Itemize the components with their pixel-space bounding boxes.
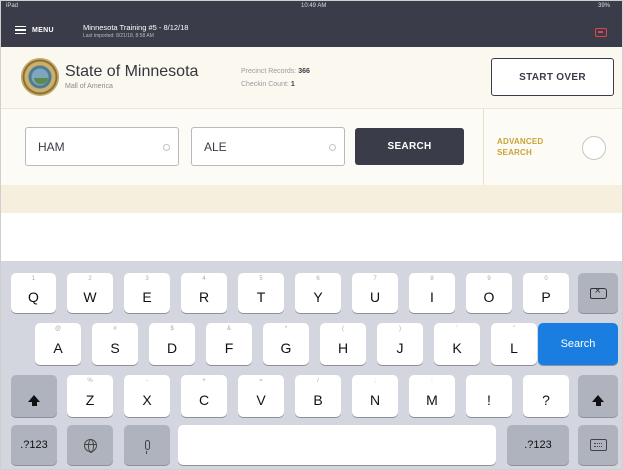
org-name: State of Minnesota xyxy=(65,63,199,80)
precinct-records-value: 366 xyxy=(298,68,310,75)
menu-label: MENU xyxy=(32,26,54,34)
key-e[interactable]: 3E xyxy=(124,273,170,313)
status-bar: iPad 10:49 AM 39% xyxy=(1,1,622,13)
keyboard-hide-icon xyxy=(589,439,607,451)
space-bar[interactable] xyxy=(178,425,496,465)
precinct-stats: Precinct Records: 366 Checkin Count: 1 xyxy=(241,65,310,91)
location-header: State of Minnesota Mall of America Preci… xyxy=(1,47,622,109)
globe-key[interactable] xyxy=(67,425,113,465)
key-exclamation[interactable]: ! xyxy=(466,375,512,417)
key-l[interactable]: " L xyxy=(491,323,537,365)
key-s[interactable]: # S xyxy=(92,323,138,365)
advanced-label-line2: SEARCH xyxy=(497,148,532,157)
advanced-search-label[interactable]: ADVANCED SEARCH xyxy=(497,136,543,158)
key-b[interactable]: / B xyxy=(295,375,341,417)
last-name-input[interactable]: HAM xyxy=(25,127,179,166)
key-k[interactable]: ' K xyxy=(434,323,480,365)
clear-first-name-icon[interactable] xyxy=(329,144,336,151)
alert-icon[interactable] xyxy=(595,28,607,37)
checkin-count-label: Checkin Count: xyxy=(241,81,289,88)
first-name-value: ALE xyxy=(204,140,227,154)
app-screen: iPad 10:49 AM 39% MENU Minnesota Trainin… xyxy=(0,0,623,470)
search-button[interactable]: SEARCH xyxy=(355,128,464,165)
key-q[interactable]: 1Q xyxy=(11,273,56,313)
precinct-records-label: Precinct Records: xyxy=(241,68,297,75)
last-name-value: HAM xyxy=(38,140,65,154)
key-question[interactable]: ? xyxy=(523,375,569,417)
key-z[interactable]: % Z xyxy=(67,375,113,417)
checkin-count: Checkin Count: 1 xyxy=(241,78,310,91)
key-h[interactable]: (H xyxy=(320,323,366,365)
key-d[interactable]: $ D xyxy=(149,323,195,365)
clear-last-name-icon[interactable] xyxy=(163,144,170,151)
key-c[interactable]: + C xyxy=(181,375,227,417)
delete-key[interactable] xyxy=(578,273,618,313)
key-g[interactable]: * G xyxy=(263,323,309,365)
key-y[interactable]: 6Y xyxy=(295,273,341,313)
key-a[interactable]: @ A xyxy=(35,323,81,365)
shift-icon xyxy=(28,394,40,406)
key-w[interactable]: 2W xyxy=(67,273,113,313)
key-i[interactable]: 8I xyxy=(409,273,455,313)
shift-key-left[interactable] xyxy=(11,375,57,417)
session-subtitle: Last imported: 8/21/18, 8:58 AM xyxy=(83,33,154,39)
battery-level: 39% xyxy=(597,3,610,9)
clock: 10:49 AM xyxy=(301,3,327,9)
results-area xyxy=(1,213,622,261)
key-v[interactable]: = V xyxy=(238,375,284,417)
shift-key-right[interactable] xyxy=(578,375,618,417)
divider xyxy=(483,109,484,185)
advanced-label-line1: ADVANCED xyxy=(497,137,544,146)
dictation-key[interactable] xyxy=(124,425,170,465)
onscreen-keyboard: 1Q 2W 3E 4R 5T 6Y 7U 8I 9O 0P @A #S $D &… xyxy=(1,261,622,469)
key-u[interactable]: 7U xyxy=(352,273,398,313)
key-j[interactable]: ) J xyxy=(377,323,423,365)
key-r[interactable]: 4R xyxy=(181,273,227,313)
session-info: Minnesota Training #5 - 8/12/18 Last imp… xyxy=(83,23,188,39)
first-name-input[interactable]: ALE xyxy=(191,127,345,166)
key-o[interactable]: 9O xyxy=(466,273,512,313)
key-m[interactable]: :M xyxy=(409,375,455,417)
numbers-key-right[interactable]: .?123 xyxy=(507,425,569,465)
hide-keyboard-key[interactable] xyxy=(578,425,618,465)
app-bar: MENU Minnesota Training #5 - 8/12/18 Las… xyxy=(1,13,622,47)
search-panel: HAM ALE SEARCH ADVANCED SEARCH xyxy=(1,109,622,185)
key-x[interactable]: -X xyxy=(124,375,170,417)
org-location: Mall of America xyxy=(65,83,113,90)
checkin-count-value: 1 xyxy=(290,81,295,88)
advanced-search-toggle[interactable] xyxy=(582,136,606,160)
hamburger-icon xyxy=(15,26,26,34)
start-over-button[interactable]: START OVER xyxy=(491,58,614,96)
key-f[interactable]: & F xyxy=(206,323,252,365)
numbers-key-left[interactable]: .?123 xyxy=(11,425,57,465)
backspace-icon xyxy=(589,285,607,299)
microphone-icon xyxy=(144,440,150,454)
menu-button[interactable]: MENU xyxy=(15,24,54,36)
globe-icon xyxy=(83,438,97,453)
key-t[interactable]: 5T xyxy=(238,273,284,313)
key-n[interactable]: ; N xyxy=(352,375,398,417)
state-seal-icon xyxy=(21,58,59,96)
session-title: Minnesota Training #5 - 8/12/18 xyxy=(83,23,189,32)
keyboard-search-key[interactable]: Search xyxy=(538,323,618,365)
shift-icon xyxy=(592,394,604,406)
results-header-band xyxy=(1,185,622,213)
key-p[interactable]: 0P xyxy=(523,273,569,313)
precinct-records: Precinct Records: 366 xyxy=(241,65,310,78)
carrier-label: iPad xyxy=(6,3,19,9)
